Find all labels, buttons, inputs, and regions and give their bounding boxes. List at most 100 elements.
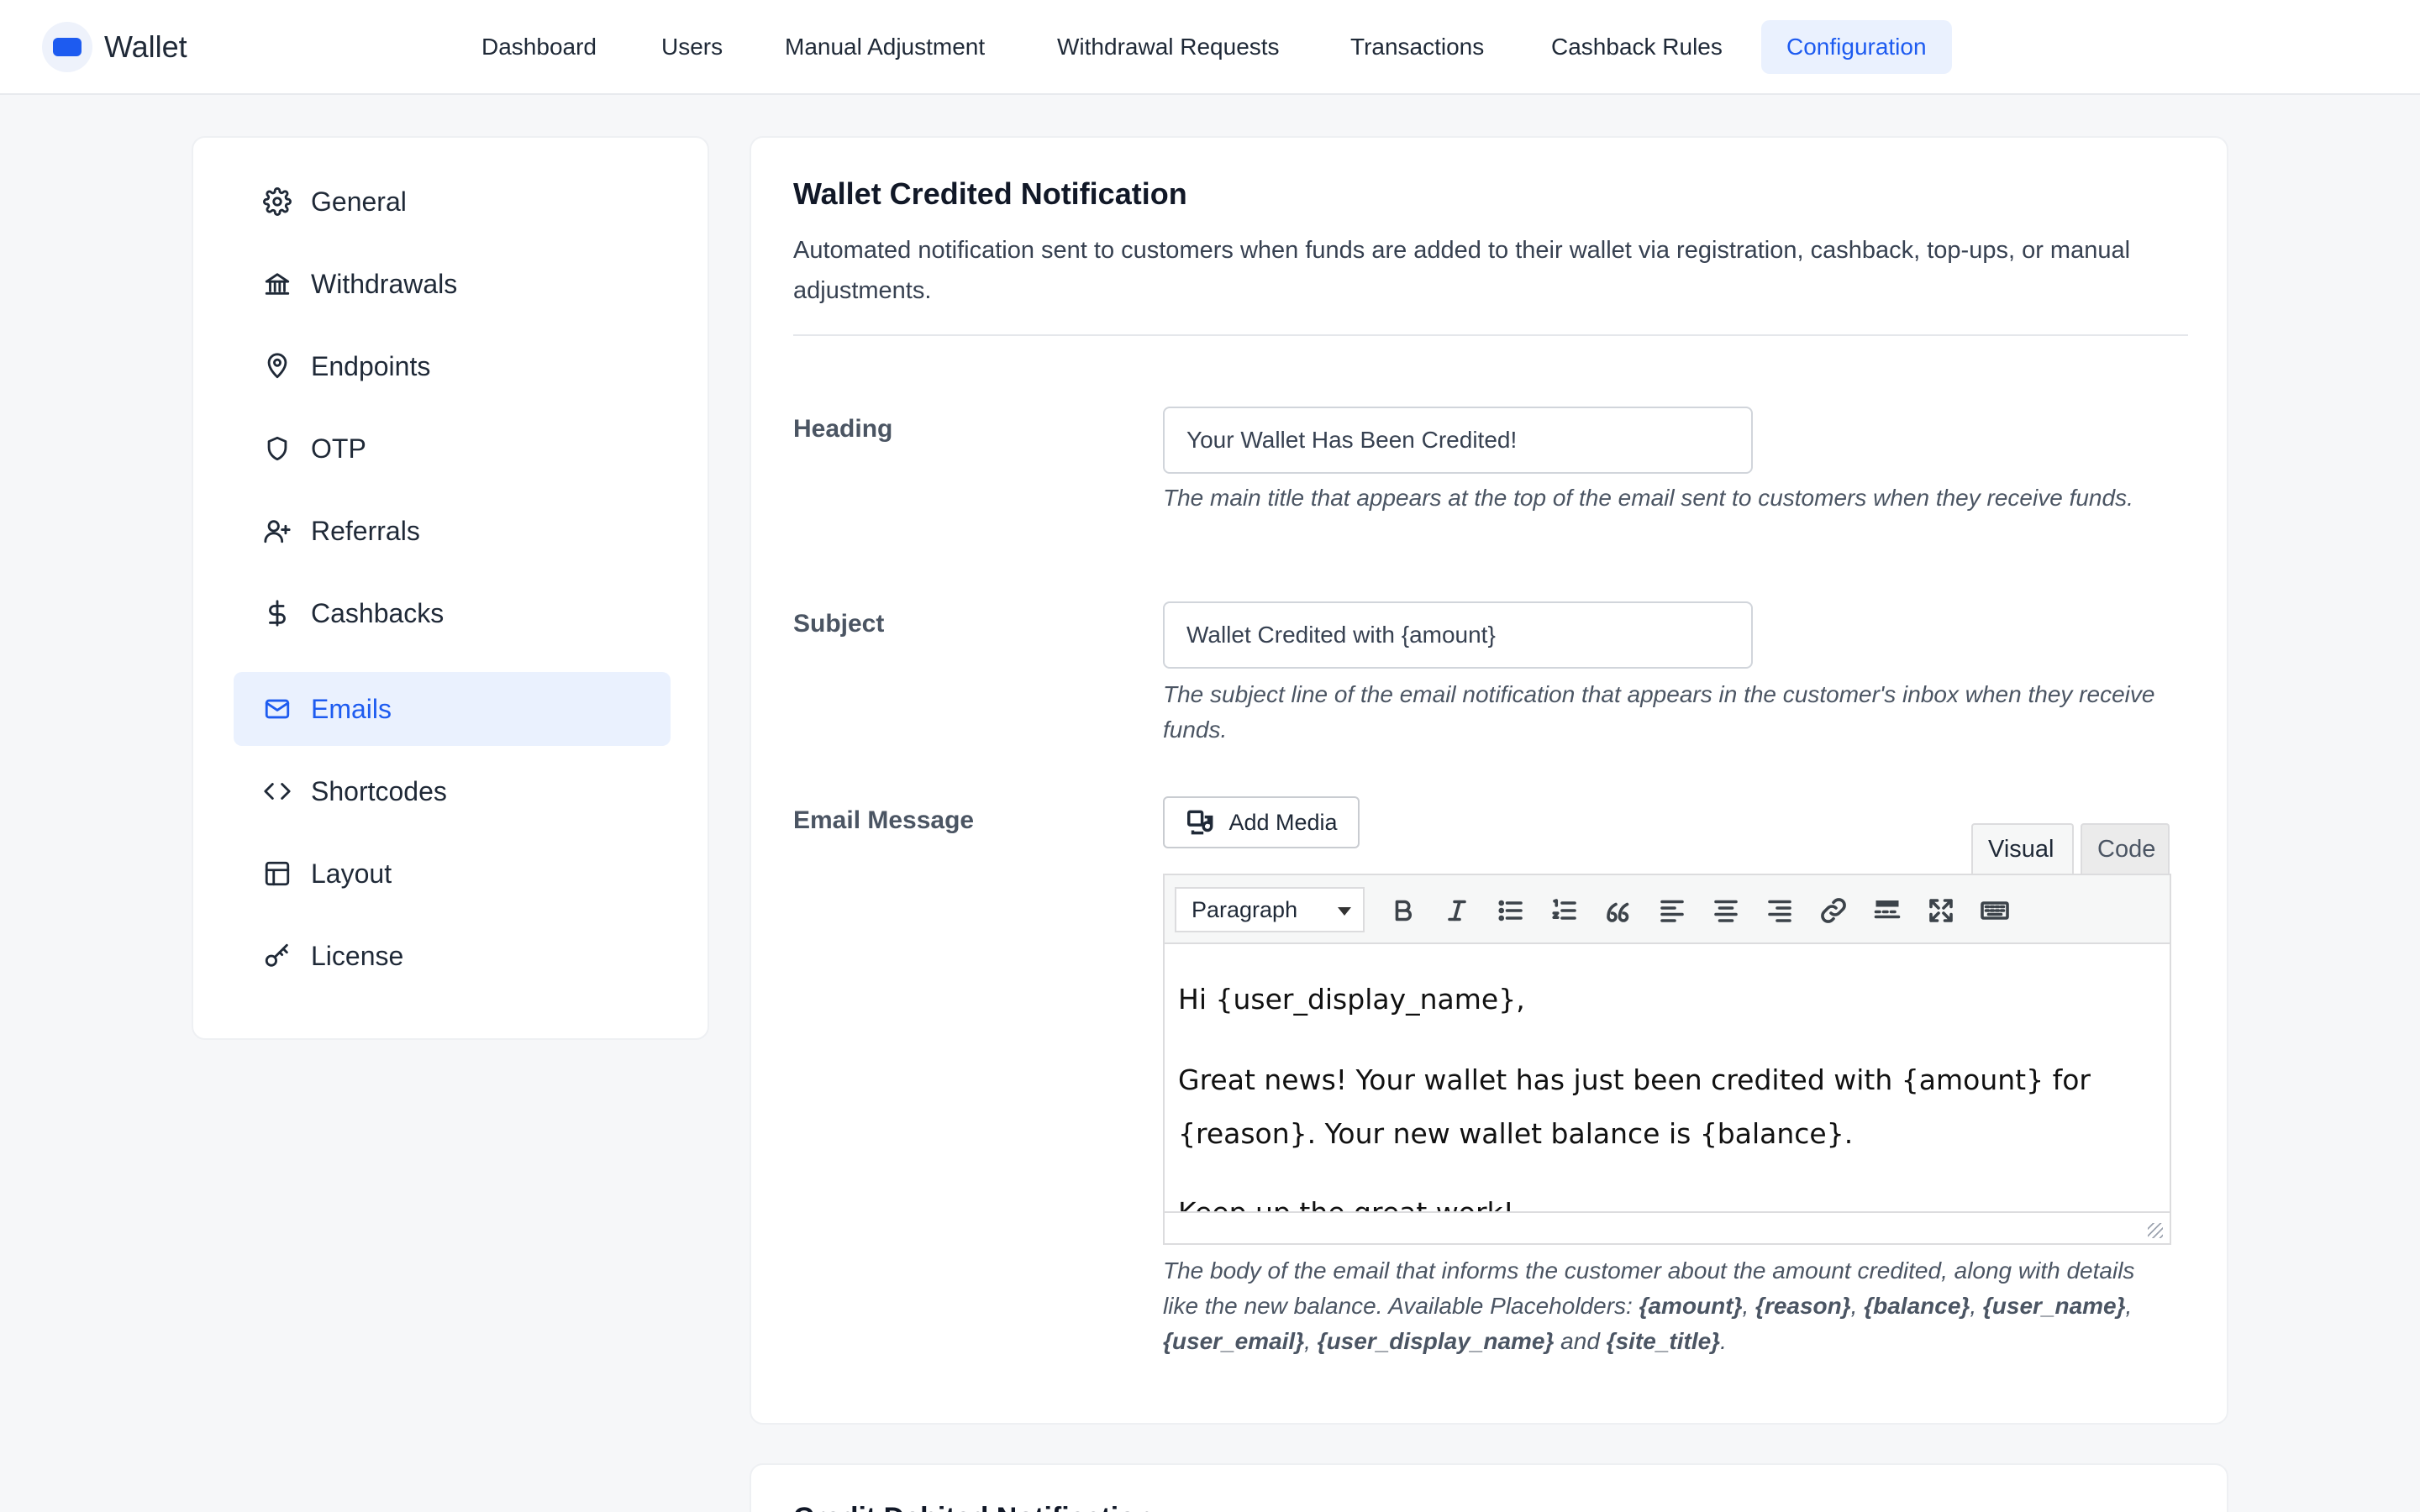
align-right-icon xyxy=(1768,900,1791,922)
placeholder-user-display-name: {user_display_name} xyxy=(1317,1328,1555,1354)
add-media-label: Add Media xyxy=(1228,809,1338,835)
fullscreen-icon xyxy=(1929,899,1953,922)
map-pin-icon xyxy=(262,351,292,381)
sidebar-item-label: License xyxy=(311,940,404,971)
sidebar-item-withdrawals[interactable]: Withdrawals xyxy=(234,247,671,321)
top-navigation-bar: Wallet Dashboard Users Manual Adjustment… xyxy=(0,0,2420,95)
format-select-value: Paragraph xyxy=(1192,897,1298,922)
sidebar-item-label: General xyxy=(311,186,407,217)
read-more-icon xyxy=(1874,900,1901,919)
bullet-list-button[interactable] xyxy=(1492,892,1529,929)
editor-paragraph: Great news! Your wallet has just been cr… xyxy=(1178,1063,2091,1150)
email-message-label: Email Message xyxy=(793,806,975,834)
nav-item-dashboard[interactable]: Dashboard xyxy=(456,20,622,74)
next-section-title: Credit Debited Notification xyxy=(793,1502,1154,1512)
nav-item-manual-adjustment[interactable]: Manual Adjustment xyxy=(760,20,1010,74)
sidebar-item-label: Cashbacks xyxy=(311,597,445,628)
bold-button[interactable] xyxy=(1385,892,1422,929)
separator: , xyxy=(1970,1293,1983,1319)
sidebar-item-layout[interactable]: Layout xyxy=(234,837,671,911)
main-nav: Dashboard Users Manual Adjustment Withdr… xyxy=(0,20,2420,74)
fullscreen-button[interactable] xyxy=(1923,892,1960,929)
media-icon xyxy=(1187,810,1213,835)
sidebar-item-otp[interactable]: OTP xyxy=(234,412,671,486)
sidebar-item-emails[interactable]: Emails xyxy=(234,672,671,746)
add-media-button[interactable]: Add Media xyxy=(1163,796,1360,848)
sidebar-item-endpoints[interactable]: Endpoints xyxy=(234,329,671,403)
dollar-icon xyxy=(262,598,292,628)
next-settings-card: Credit Debited Notification xyxy=(750,1463,2228,1512)
nav-item-configuration[interactable]: Configuration xyxy=(1761,20,1952,74)
numbered-list-button[interactable] xyxy=(1546,892,1583,929)
editor-paragraph: Keep up the great work! xyxy=(1178,1186,2156,1211)
separator: , xyxy=(2125,1293,2133,1319)
section-description: Automated notification sent to customers… xyxy=(793,237,2131,304)
separator: , xyxy=(1850,1293,1865,1319)
quote-icon xyxy=(1607,902,1629,922)
sidebar-item-referrals[interactable]: Referrals xyxy=(234,494,671,568)
and-text: and xyxy=(1554,1328,1607,1354)
heading-label: Heading xyxy=(793,415,893,443)
tab-code[interactable]: Code xyxy=(2081,823,2170,875)
rich-text-editor: Paragraph Hi {user_display_name}, Great … xyxy=(1163,874,2171,1245)
sidebar-item-label: Emails xyxy=(311,693,392,724)
align-left-button[interactable] xyxy=(1654,892,1691,929)
key-icon xyxy=(262,941,292,971)
placeholder-user-email: {user_email} xyxy=(1163,1328,1305,1354)
sidebar-item-label: Layout xyxy=(311,858,392,889)
resize-handle-icon[interactable] xyxy=(2148,1223,2163,1238)
sidebar-item-cashbacks[interactable]: Cashbacks xyxy=(234,576,671,650)
link-icon xyxy=(1821,898,1846,923)
align-center-icon xyxy=(1714,900,1738,922)
insert-link-button[interactable] xyxy=(1815,892,1852,929)
sidebar-item-license[interactable]: License xyxy=(234,919,671,993)
subject-label: Subject xyxy=(793,610,885,638)
placeholder-site-title: {site_title} xyxy=(1606,1328,1721,1354)
toolbar-toggle-button[interactable] xyxy=(1976,892,2013,929)
heading-input[interactable]: Your Wallet Has Been Credited! xyxy=(1163,407,1753,474)
user-plus-icon xyxy=(262,516,292,546)
nav-item-transactions[interactable]: Transactions xyxy=(1325,20,1509,74)
placeholder-user-name: {user_name} xyxy=(1982,1293,2126,1319)
editor-status-bar xyxy=(1165,1211,2170,1243)
separator: , xyxy=(1742,1293,1756,1319)
shield-icon xyxy=(262,433,292,464)
editor-content[interactable]: Hi {user_display_name}, Great news! Your… xyxy=(1165,946,2170,1211)
email-message-help-text: The body of the email that informs the c… xyxy=(1163,1253,2171,1359)
blockquote-button[interactable] xyxy=(1600,892,1637,929)
heading-help-text: The main title that appears at the top o… xyxy=(1163,485,2133,511)
settings-sidebar: General Withdrawals Endpoints OTP Referr… xyxy=(192,136,709,1040)
sidebar-item-general[interactable]: General xyxy=(234,165,671,239)
sidebar-item-label: Referrals xyxy=(311,515,420,546)
keyboard-icon xyxy=(1981,901,2009,920)
sidebar-item-label: Withdrawals xyxy=(311,268,458,299)
placeholder-amount: {amount} xyxy=(1639,1293,1743,1319)
separator: , xyxy=(1304,1328,1318,1354)
email-settings-card: Wallet Credited Notification Automated n… xyxy=(750,136,2228,1425)
read-more-button[interactable] xyxy=(1869,892,1906,929)
italic-icon xyxy=(1448,900,1466,921)
sidebar-item-label: Shortcodes xyxy=(311,775,447,806)
numbered-list-icon xyxy=(1552,899,1576,920)
nav-item-withdrawal-requests[interactable]: Withdrawal Requests xyxy=(1032,20,1305,74)
align-center-button[interactable] xyxy=(1707,892,1744,929)
divider xyxy=(793,334,2188,336)
sidebar-item-label: Endpoints xyxy=(311,350,431,381)
align-right-button[interactable] xyxy=(1761,892,1798,929)
subject-help-text: The subject line of the email notificati… xyxy=(1163,681,2155,743)
placeholder-balance: {balance} xyxy=(1864,1293,1970,1319)
italic-button[interactable] xyxy=(1439,892,1476,929)
format-select[interactable]: Paragraph xyxy=(1175,887,1365,932)
gear-icon xyxy=(262,186,292,217)
subject-input[interactable]: Wallet Credited with {amount} xyxy=(1163,601,1753,669)
tab-visual[interactable]: Visual xyxy=(1971,823,2074,875)
mail-icon xyxy=(262,694,292,724)
nav-item-cashback-rules[interactable]: Cashback Rules xyxy=(1526,20,1748,74)
nav-item-users[interactable]: Users xyxy=(636,20,748,74)
align-left-icon xyxy=(1660,900,1684,922)
code-icon xyxy=(262,776,292,806)
bullet-list-icon xyxy=(1498,900,1523,921)
sidebar-item-shortcodes[interactable]: Shortcodes xyxy=(234,754,671,828)
placeholder-reason: {reason} xyxy=(1755,1293,1851,1319)
chevron-down-icon xyxy=(1338,907,1351,916)
